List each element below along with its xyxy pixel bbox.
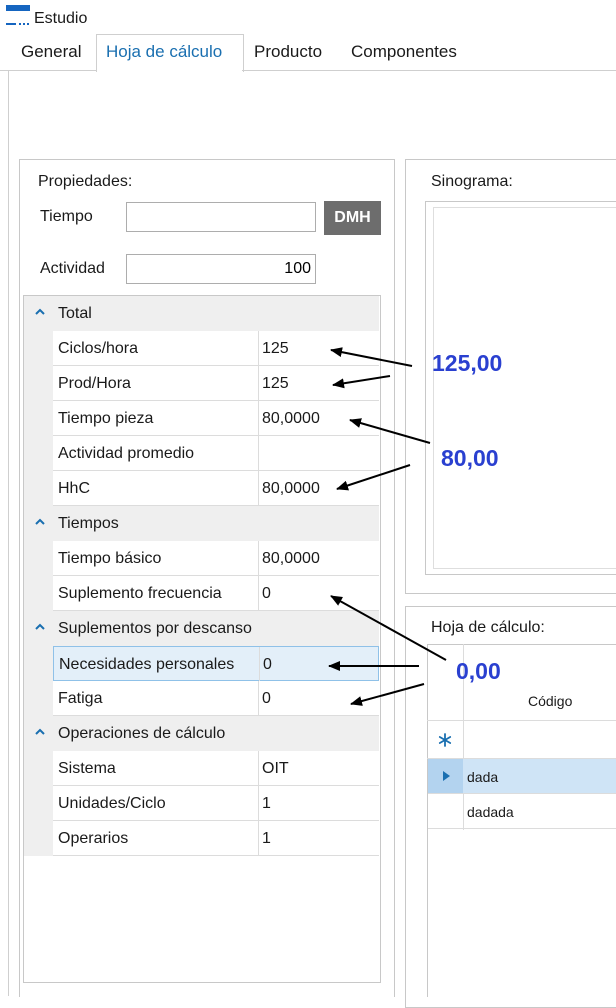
- arrow-to-suplemento: [330, 595, 447, 661]
- arrow-to-tiempo-pieza: [349, 418, 431, 444]
- arrow-to-ciclos: [330, 347, 413, 367]
- annotation-arrows: [328, 347, 447, 706]
- arrow-to-hhc: [336, 464, 411, 491]
- arrow-to-fatiga: [350, 683, 425, 706]
- arrow-to-prod: [332, 375, 391, 389]
